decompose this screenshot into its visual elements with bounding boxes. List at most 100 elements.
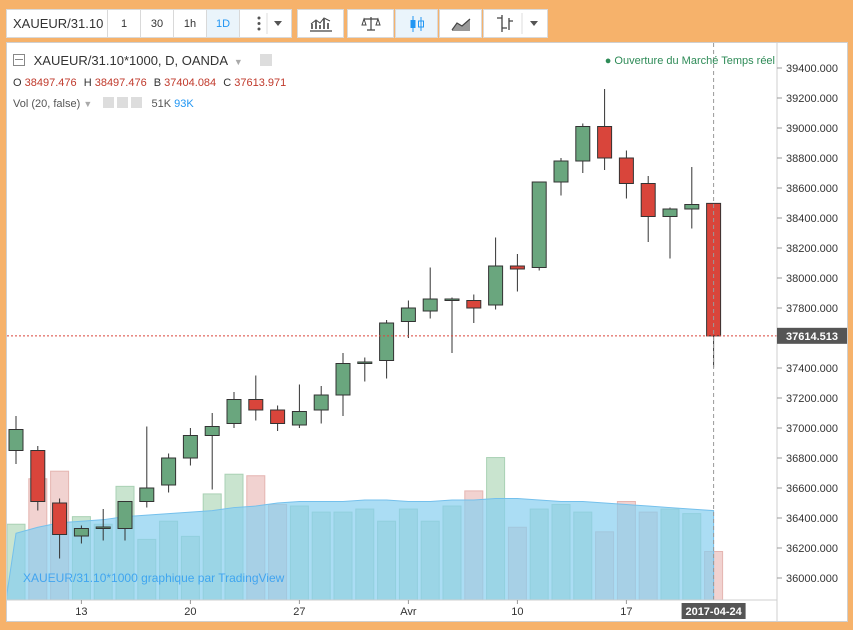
candle (400, 300, 416, 338)
bar-tool-icon (496, 13, 538, 34)
candle (597, 89, 613, 170)
candlestick-icon (410, 15, 424, 32)
chart-frame[interactable]: 36000.000 36200.000 36400.000 36600.000 3680… (6, 42, 848, 622)
volume-value: 51K (151, 98, 172, 110)
candle-body (400, 307, 416, 322)
price-tick-label: 37000.000 (786, 423, 838, 435)
ohlc-values: O 38497.476 H 38497.476 B 37404.084 C 37… (13, 77, 287, 89)
candle (575, 123, 591, 173)
candle (291, 384, 307, 428)
low-value: 37404.084 (164, 77, 217, 89)
price-tick-label: 36600.000 (786, 483, 838, 495)
candle-body (531, 181, 547, 268)
candle (248, 375, 264, 421)
indicators-button[interactable] (297, 9, 344, 38)
timeframe-30[interactable]: 30 (141, 9, 174, 38)
candle-body (509, 265, 525, 270)
candle (182, 428, 198, 466)
timeframe-1[interactable]: 1 (108, 9, 141, 38)
chevron-down-icon[interactable]: ▼ (83, 99, 92, 109)
watermark: XAUEUR/31.10*1000 graphique par TradingV… (23, 571, 285, 585)
candle-body (248, 399, 264, 411)
settings-icon[interactable] (117, 97, 129, 108)
price-tick-label: 37200.000 (786, 393, 838, 405)
compare-button[interactable] (347, 9, 394, 38)
current-price-label: 37614.513 (786, 331, 838, 343)
price-tick-label: 37800.000 (786, 303, 838, 315)
drawing-tools-button[interactable] (483, 9, 548, 38)
candle (335, 353, 351, 416)
candle (662, 207, 678, 259)
candle (139, 426, 155, 508)
close-value: 37613.971 (234, 77, 287, 89)
chevron-down-icon[interactable]: ▼ (234, 57, 243, 67)
scale-icon (360, 16, 381, 31)
candle-body (117, 501, 133, 529)
time-tick-label: Avr (400, 606, 417, 618)
candle (640, 176, 656, 242)
candle-body (553, 160, 569, 183)
volume-ma-value: 93K (174, 98, 194, 110)
volume-label: Vol (20, false) (13, 98, 81, 110)
collapse-icon[interactable] (13, 54, 25, 66)
price-tick-label: 36800.000 (786, 453, 838, 465)
indicators-icon (309, 16, 332, 32)
candle-body (684, 204, 700, 210)
time-axis: 13 20 27 Avr 10 17 2017-04-24 (75, 600, 746, 619)
candle-body (30, 450, 46, 502)
candle (488, 237, 504, 310)
candle-body (182, 435, 198, 459)
candle (466, 294, 482, 323)
candle (422, 267, 438, 319)
candle-body (640, 183, 656, 217)
candle-body (379, 322, 395, 361)
timeframe-more[interactable] (240, 9, 292, 38)
candle-body (597, 126, 613, 159)
time-tick-label: 27 (293, 606, 305, 618)
candle (30, 446, 46, 511)
price-tick-label: 38200.000 (786, 243, 838, 255)
candle (204, 413, 220, 490)
candle (618, 150, 634, 199)
candle-body (618, 157, 634, 184)
candlestick-chart[interactable]: 36000.000 36200.000 36400.000 36600.000 3680… (7, 43, 847, 621)
open-value: 38497.476 (24, 77, 77, 89)
price-tick-label: 36200.000 (786, 543, 838, 555)
settings-icon[interactable] (260, 54, 273, 66)
candle (313, 386, 329, 424)
price-tick-label: 38600.000 (786, 183, 838, 195)
price-tick-label: 39000.000 (786, 123, 838, 135)
candle-body (139, 487, 155, 502)
close-icon[interactable] (131, 97, 143, 108)
timeframe-1d[interactable]: 1D (207, 9, 240, 38)
candle-body (444, 298, 460, 301)
candle-body (313, 394, 329, 411)
price-tick-label: 39200.000 (786, 93, 838, 105)
eye-icon[interactable] (103, 97, 115, 108)
candle-body (226, 399, 242, 424)
candles-style-button[interactable] (395, 9, 438, 38)
candle (8, 416, 24, 464)
price-tick-label: 38800.000 (786, 153, 838, 165)
area-style-button[interactable] (439, 9, 482, 38)
candle-body (422, 298, 438, 312)
toolbar: XAUEUR/31.10 1 30 1h 1D (6, 6, 847, 39)
candle-body (52, 502, 68, 535)
candle (270, 405, 286, 431)
candle-body (270, 409, 286, 424)
price-tick-label: 36000.000 (786, 573, 838, 585)
price-tick-label: 38000.000 (786, 273, 838, 285)
chevron-down-icon (274, 21, 282, 26)
timeframe-1h[interactable]: 1h (174, 9, 207, 38)
price-tick-label: 36400.000 (786, 513, 838, 525)
price-axis: 36000.000 36200.000 36400.000 36600.000 3680… (777, 63, 847, 585)
symbol-search[interactable]: XAUEUR/31.10 (6, 9, 108, 38)
candle (444, 297, 460, 353)
candle-body (291, 411, 307, 426)
current-date-label: 2017-04-24 (685, 606, 742, 618)
legend-title: XAUEUR/31.10*1000, D, OANDA (33, 53, 228, 68)
candle-body (73, 528, 89, 537)
candle-body (204, 426, 220, 436)
candle-body (488, 265, 504, 306)
candle (509, 254, 525, 292)
